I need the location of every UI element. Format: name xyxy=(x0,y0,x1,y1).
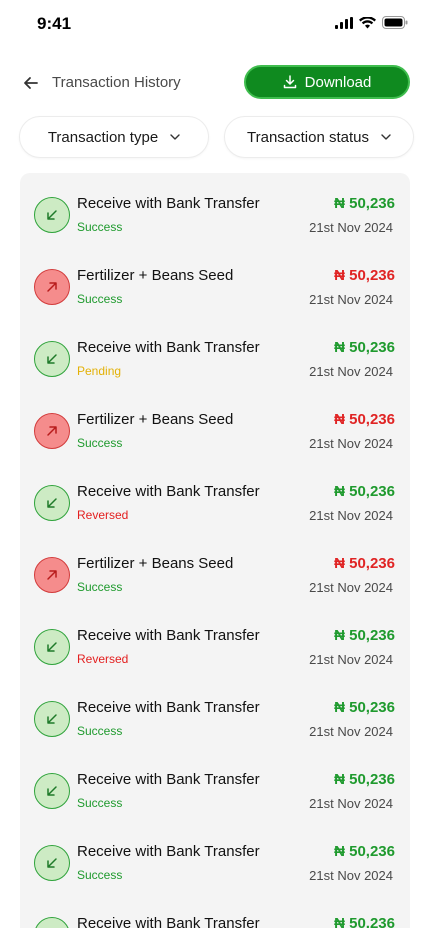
transaction-date: 21st Nov 2024 xyxy=(309,796,393,811)
transaction-date: 21st Nov 2024 xyxy=(309,364,393,379)
transaction-title: Fertilizer + Beans Seed xyxy=(77,411,234,428)
transaction-title: Receive with Bank Transfer xyxy=(77,699,260,716)
transaction-date: 21st Nov 2024 xyxy=(309,580,393,595)
arrow-down-left-icon xyxy=(34,917,70,928)
transaction-date: 21st Nov 2024 xyxy=(309,868,393,883)
transaction-title: Fertilizer + Beans Seed xyxy=(77,555,234,572)
transaction-status-label: Transaction status xyxy=(247,128,369,146)
download-button[interactable]: Download xyxy=(244,65,410,99)
download-label: Download xyxy=(304,73,372,91)
transaction-status: Success xyxy=(77,292,123,306)
transaction-row[interactable]: Fertilizer + Beans Seed Success ₦ 50,236 21… xyxy=(20,533,410,605)
transaction-title: Receive with Bank Transfer xyxy=(77,195,260,212)
transaction-row[interactable]: Fertilizer + Beans Seed Success ₦ 50,236 21… xyxy=(20,245,410,317)
back-button[interactable] xyxy=(20,72,42,94)
transaction-status: Success xyxy=(77,436,123,450)
transaction-title: Receive with Bank Transfer xyxy=(77,843,260,860)
arrow-up-right-icon xyxy=(34,269,70,305)
transaction-row[interactable]: Receive with Bank Transfer Success ₦ 50,23… xyxy=(20,677,410,749)
transaction-row[interactable]: Receive with Bank Transfer Pending ₦ 50,23… xyxy=(20,317,410,389)
transaction-title: Receive with Bank Transfer xyxy=(77,339,260,356)
status-icons xyxy=(335,16,408,29)
transaction-row[interactable]: Receive with Bank Transfer Reversed ₦ 50,2… xyxy=(20,605,410,677)
arrow-up-right-icon xyxy=(34,557,70,593)
transaction-row[interactable]: Receive with Bank Transfer Success ₦ 50,23… xyxy=(20,821,410,893)
arrow-down-left-icon xyxy=(34,701,70,737)
arrow-left-icon xyxy=(24,77,38,89)
arrow-down-left-icon xyxy=(34,773,70,809)
transaction-amount: ₦ 50,236 xyxy=(334,195,395,212)
transaction-amount: ₦ 50,236 xyxy=(334,699,395,716)
transaction-status: Reversed xyxy=(77,508,129,522)
transaction-amount: ₦ 50,236 xyxy=(334,483,395,500)
arrow-down-left-icon xyxy=(34,341,70,377)
transaction-date: 21st Nov 2024 xyxy=(309,724,393,739)
transaction-title: Receive with Bank Transfer xyxy=(77,483,260,500)
transaction-status: Success xyxy=(77,220,123,234)
battery-icon xyxy=(382,16,408,29)
transaction-status: Reversed xyxy=(77,652,129,666)
transaction-amount: ₦ 50,236 xyxy=(334,915,395,928)
arrow-down-left-icon xyxy=(34,197,70,233)
transaction-status: Pending xyxy=(77,364,122,378)
transaction-date: 21st Nov 2024 xyxy=(309,508,393,523)
chevron-down-icon xyxy=(381,134,391,140)
transaction-amount: ₦ 50,236 xyxy=(334,411,395,428)
header: Transaction History Download xyxy=(0,64,430,100)
transaction-status: Success xyxy=(77,868,123,882)
transaction-row[interactable]: Receive with Bank Transfer Success ₦ 50,23… xyxy=(20,173,410,245)
transaction-type-filter[interactable]: Transaction type xyxy=(19,116,209,158)
transaction-amount: ₦ 50,236 xyxy=(334,771,395,788)
download-icon xyxy=(283,75,296,89)
wifi-icon xyxy=(359,16,376,28)
arrow-down-left-icon xyxy=(34,485,70,521)
transaction-date: 21st Nov 2024 xyxy=(309,292,393,307)
transaction-list: Receive with Bank Transfer Success ₦ 50,23… xyxy=(20,173,410,928)
transaction-row[interactable]: Receive with Bank TransferSuccess₦ 50,23… xyxy=(20,893,410,928)
page-title: Transaction History xyxy=(52,74,181,91)
transaction-status: Success xyxy=(77,724,123,738)
transaction-row[interactable]: Receive with Bank Transfer Success ₦ 50,23… xyxy=(20,749,410,821)
transaction-status: Success xyxy=(77,796,123,810)
transaction-amount: ₦ 50,236 xyxy=(334,843,395,860)
arrow-up-right-icon xyxy=(34,413,70,449)
status-bar: 9:41 xyxy=(0,0,430,48)
transaction-date: 21st Nov 2024 xyxy=(309,436,393,451)
arrow-down-left-icon xyxy=(34,845,70,881)
transaction-title: Receive with Bank Transfer xyxy=(77,771,260,788)
transaction-row[interactable]: Receive with Bank Transfer Reversed ₦ 50,2… xyxy=(20,461,410,533)
transaction-title: Receive with Bank Transfer xyxy=(77,915,260,928)
transaction-amount: ₦ 50,236 xyxy=(334,339,395,356)
transaction-status-filter[interactable]: Transaction status xyxy=(224,116,414,158)
transaction-title: Receive with Bank Transfer xyxy=(77,627,260,644)
transaction-type-label: Transaction type xyxy=(47,128,159,146)
signal-icon xyxy=(335,16,353,29)
arrow-down-left-icon xyxy=(34,629,70,665)
transaction-title: Fertilizer + Beans Seed xyxy=(77,267,234,284)
transaction-date: 21st Nov 2024 xyxy=(309,652,393,667)
transaction-amount: ₦ 50,236 xyxy=(334,627,395,644)
transaction-amount: ₦ 50,236 xyxy=(334,555,395,572)
chevron-down-icon xyxy=(170,134,180,140)
transaction-date: 21st Nov 2024 xyxy=(309,220,393,235)
transaction-row[interactable]: Fertilizer + Beans Seed Success ₦ 50,236 21… xyxy=(20,389,410,461)
transaction-amount: ₦ 50,236 xyxy=(334,267,395,284)
transaction-status: Success xyxy=(77,580,123,594)
status-time: 9:41 xyxy=(37,14,72,33)
